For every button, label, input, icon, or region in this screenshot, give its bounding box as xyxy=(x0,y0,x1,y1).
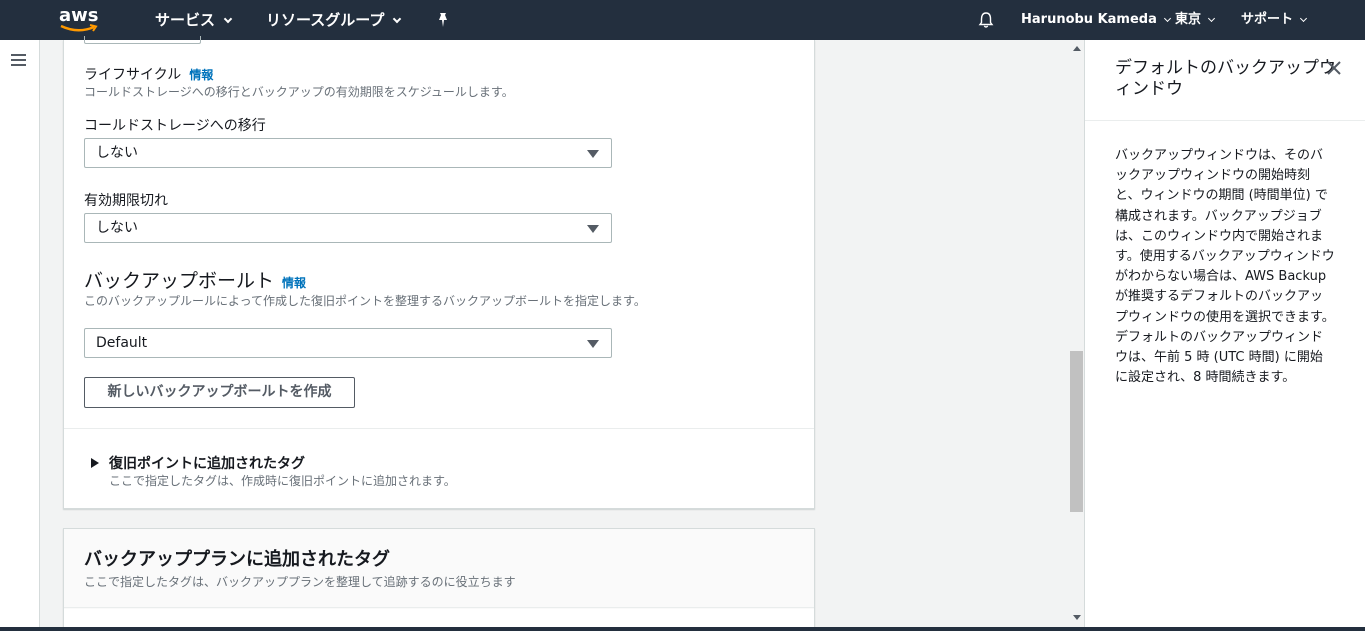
backup-rule-card: ライフサイクル 情報 コールドストレージへの移行とバックアップの有効期限をスケジュ… xyxy=(63,36,815,509)
scroll-up-arrow-icon[interactable] xyxy=(1073,46,1081,51)
divider xyxy=(64,428,814,429)
aws-smile-icon xyxy=(60,24,98,32)
user-name: Harunobu Kameda xyxy=(1021,12,1157,27)
backup-plan-tags-header: バックアッププランに追加されたタグ ここで指定したタグは、バックアッププランを整… xyxy=(64,529,814,608)
backup-vault-value: Default xyxy=(96,335,148,351)
recovery-point-tags-description: ここで指定したタグは、作成時に復旧ポイントに追加されます。 xyxy=(109,474,456,488)
support-menu[interactable]: サポート xyxy=(1241,11,1308,29)
lifecycle-label-text: ライフサイクル xyxy=(84,67,182,83)
help-panel: デフォルトのバックアップウィンドウ バックアップウィンドウは、そのバックアップウ… xyxy=(1084,40,1365,631)
expiration-label: 有効期限切れ xyxy=(84,193,168,209)
create-backup-vault-button[interactable]: 新しいバックアップボールトを作成 xyxy=(84,377,355,408)
lifecycle-label: ライフサイクル 情報 xyxy=(84,64,213,84)
backup-plan-tags-card: バックアッププランに追加されたタグ ここで指定したタグは、バックアッププランを整… xyxy=(63,528,815,631)
chevron-down-icon xyxy=(1207,14,1216,23)
backup-vault-description: このバックアップルールによって作成した復旧ポイントを整理するバックアップボールト… xyxy=(84,294,646,308)
recovery-point-tags-toggle[interactable]: 復旧ポイントに追加されたタグ xyxy=(109,453,305,473)
services-menu-label: サービス xyxy=(155,11,216,29)
top-navigation: aws サービス リソースグループ Harunobu Kameda 東京 サポー… xyxy=(0,0,1365,40)
lifecycle-info-link[interactable]: 情報 xyxy=(189,68,213,82)
close-icon[interactable] xyxy=(1326,60,1342,76)
aws-logo-text: aws xyxy=(59,5,99,26)
chevron-down-icon xyxy=(1299,14,1308,23)
scrollbar-thumb[interactable] xyxy=(1070,351,1083,512)
menu-icon[interactable] xyxy=(11,54,27,68)
help-panel-divider xyxy=(1085,120,1365,121)
chevron-down-icon xyxy=(1163,14,1171,23)
support-label: サポート xyxy=(1241,12,1294,27)
region-menu[interactable]: 東京 xyxy=(1175,11,1216,29)
dropdown-arrow-icon xyxy=(587,225,599,233)
scroll-down-arrow-icon[interactable] xyxy=(1073,615,1081,620)
chevron-down-icon xyxy=(223,14,233,24)
resource-groups-menu[interactable]: リソースグループ xyxy=(266,10,402,30)
resource-groups-menu-label: リソースグループ xyxy=(266,11,385,29)
help-panel-body: バックアップウィンドウは、そのバックアップウィンドウの開始時刻と、ウィンドウの期… xyxy=(1115,148,1335,386)
chevron-down-icon xyxy=(393,14,402,24)
cold-storage-label: コールドストレージへの移行 xyxy=(84,118,266,134)
expiration-select[interactable]: しない xyxy=(84,213,612,243)
backup-vault-select[interactable]: Default xyxy=(84,328,612,358)
help-panel-title: デフォルトのバックアップウィンドウ xyxy=(1115,58,1336,99)
expiration-value: しない xyxy=(96,220,138,236)
backup-vault-heading: バックアップボールト 情報 xyxy=(84,266,306,293)
bottom-edge xyxy=(0,627,1365,631)
left-rail xyxy=(0,40,40,631)
lifecycle-description: コールドストレージへの移行とバックアップの有効期限をスケジュールします。 xyxy=(84,85,514,99)
aws-logo[interactable]: aws xyxy=(58,4,102,34)
expand-triangle-icon[interactable] xyxy=(91,458,99,468)
bell-icon[interactable] xyxy=(977,11,995,29)
cold-storage-select[interactable]: しない xyxy=(84,138,612,168)
user-menu[interactable]: Harunobu Kameda xyxy=(1021,11,1171,29)
services-menu[interactable]: サービス xyxy=(155,10,233,30)
region-name: 東京 xyxy=(1175,12,1202,27)
dropdown-arrow-icon xyxy=(587,340,599,348)
cold-storage-value: しない xyxy=(96,145,138,161)
main-scrollbar[interactable] xyxy=(1069,40,1084,631)
backup-vault-info-link[interactable]: 情報 xyxy=(282,276,306,290)
backup-vault-heading-text: バックアップボールト xyxy=(84,270,275,292)
backup-plan-tags-title: バックアッププランに追加されたタグ xyxy=(84,549,390,570)
dropdown-arrow-icon xyxy=(587,150,599,158)
backup-plan-tags-description: ここで指定したタグは、バックアッププランを整理して追跡するのに役立ちます xyxy=(84,575,516,589)
pin-icon[interactable] xyxy=(436,12,450,28)
previous-input-edge[interactable] xyxy=(84,36,201,44)
